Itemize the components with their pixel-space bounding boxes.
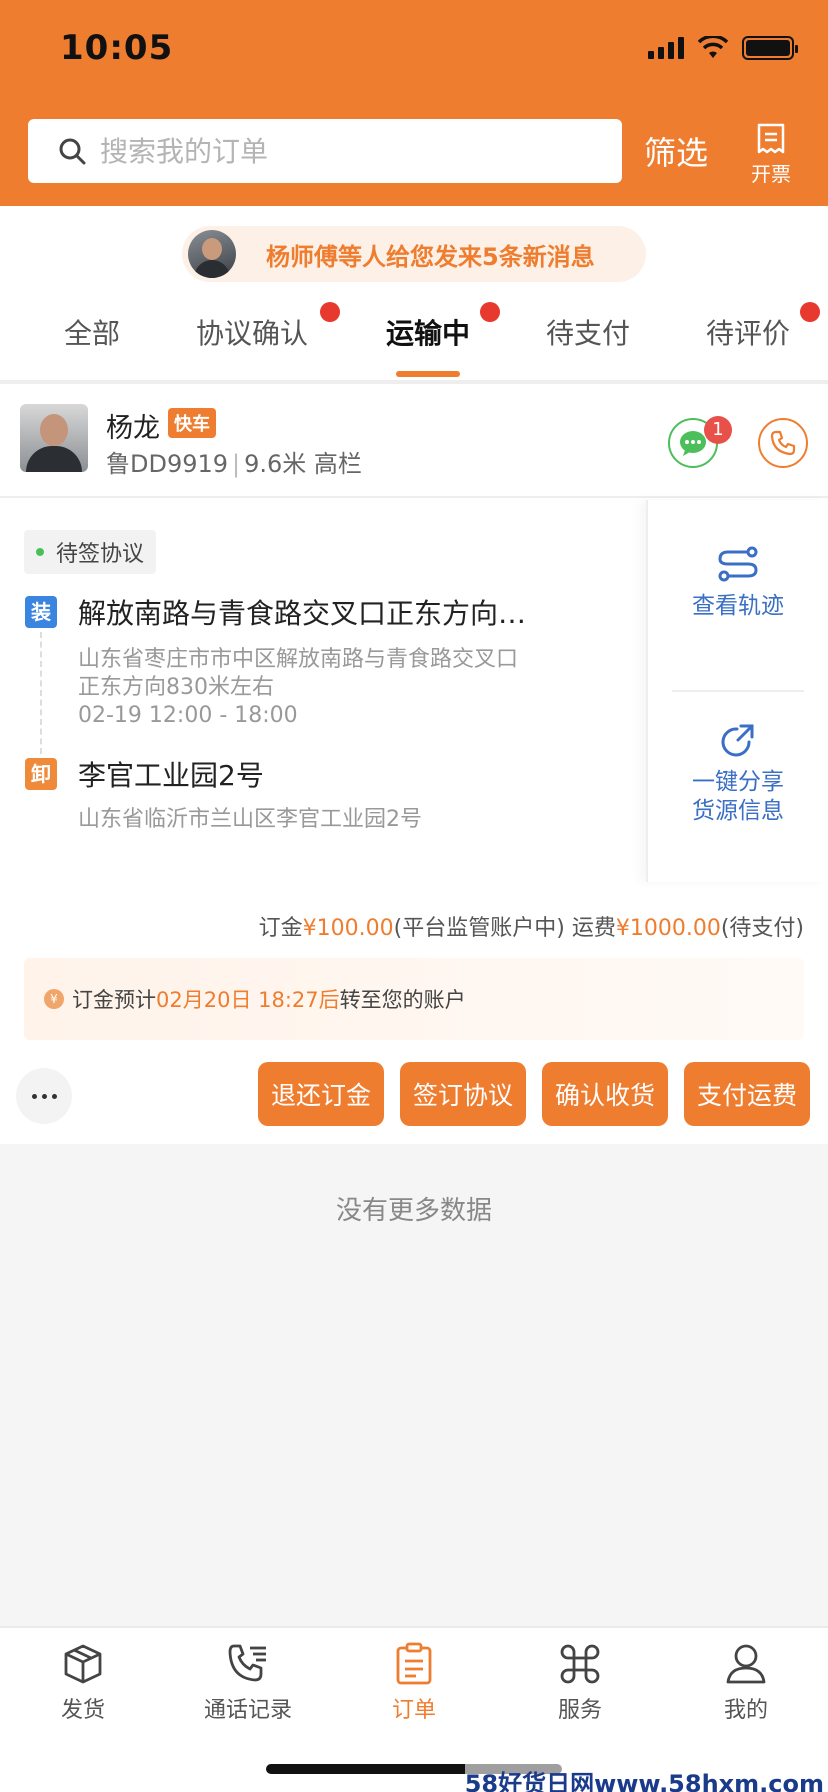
freight-note: (待支付) (720, 916, 804, 941)
status-tag-label: 待签协议 (56, 542, 145, 567)
message-text: 杨师傅等人给您发来5条新消息 (266, 242, 595, 271)
status-time: 10:05 (60, 28, 174, 68)
nav-item-ship[interactable]: 发货 (23, 1642, 143, 1724)
more-options-button[interactable] (16, 1068, 72, 1124)
user-icon (726, 1644, 766, 1684)
vehicle-info: 鲁DD9919 | 9.6米 高栏 (106, 450, 362, 478)
load-location-title: 解放南路与青食路交叉口正东方向… (78, 597, 527, 630)
search-input[interactable] (100, 134, 580, 168)
unload-icon: 卸 (25, 758, 57, 790)
load-address-line1: 山东省枣庄市市中区解放南路与青食路交叉口 (78, 647, 519, 672)
nav-item-call-log[interactable]: 通话记录 (188, 1642, 308, 1724)
tab-badge-dot (800, 302, 820, 322)
status-icons (648, 36, 798, 60)
invoice-icon (757, 123, 785, 154)
nav-label: 发货 (60, 1698, 105, 1723)
unload-location-title: 李官工业园2号 (78, 759, 264, 792)
driver-avatar (20, 404, 88, 472)
tab-agreement-confirm[interactable]: 协议确认 (196, 312, 308, 352)
load-time: 02-19 12:00 - 18:00 (78, 703, 298, 728)
freight-label: 运费 (571, 916, 616, 941)
new-message-banner[interactable]: 杨师傅等人给您发来5条新消息 (182, 226, 646, 282)
share-label-line1: 一键分享 (692, 769, 784, 795)
search-icon (59, 138, 86, 165)
fee-summary: 订金¥100.00(平台监管账户中) 运费¥1000.00(待支付) (259, 910, 804, 942)
invoice-label: 开票 (751, 162, 791, 186)
status-tag: 待签协议 (24, 530, 157, 574)
freight-amount: ¥1000.00 (615, 916, 721, 941)
phone-list-icon (228, 1644, 266, 1682)
share-label-line2: 货源信息 (692, 798, 784, 824)
order-card[interactable]: 杨龙 快车 鲁DD9919 | 9.6米 高栏 1 待签协议 装 解放南路与青食路交… (0, 384, 828, 1144)
deposit-note: (平台监管账户中) (393, 916, 565, 941)
truck-info: 9.6米 高栏 (244, 450, 362, 478)
share-cargo-button[interactable]: 一键分享 货源信息 (648, 722, 828, 826)
sign-agreement-button[interactable]: 签订协议 (400, 1062, 526, 1126)
search-box[interactable] (28, 119, 622, 183)
load-address-line2: 正东方向830米左右 (78, 675, 274, 700)
tab-in-transit[interactable]: 运输中 (386, 312, 470, 352)
nav-item-orders[interactable]: 订单 (354, 1642, 474, 1724)
tab-badge-dot (480, 302, 500, 322)
route-info[interactable]: 待签协议 装 解放南路与青食路交叉口正东方向… 山东省枣庄市市中区解放南路与青食… (0, 500, 646, 882)
fast-badge: 快车 (168, 408, 216, 438)
notice-time: 02月20日 18:27后 (156, 988, 340, 1012)
order-tabs: 全部 协议确认 运输中 待支付 待评价 (0, 300, 828, 380)
call-button[interactable] (758, 418, 808, 468)
notice-suffix: 转至您的账户 (339, 988, 466, 1012)
nav-item-services[interactable]: 服务 (520, 1642, 640, 1724)
nav-label: 服务 (557, 1698, 602, 1723)
view-track-button[interactable]: 查看轨迹 (648, 544, 828, 621)
pay-freight-button[interactable]: 支付运费 (684, 1062, 810, 1126)
wifi-icon (698, 36, 728, 58)
route-track-icon (718, 546, 758, 582)
tab-all[interactable]: 全部 (64, 312, 120, 352)
share-icon (721, 724, 754, 757)
confirm-receipt-button[interactable]: 确认收货 (542, 1062, 668, 1126)
refund-deposit-button[interactable]: 退还订金 (258, 1062, 384, 1126)
notice-prefix: 订金预计 (72, 988, 156, 1012)
nav-item-profile[interactable]: 我的 (686, 1642, 806, 1724)
coin-icon: ¥ (44, 989, 64, 1009)
watermark-text: 58好货日网www.58hxm.com (464, 1764, 824, 1792)
box-icon (64, 1644, 102, 1684)
tab-pending-review[interactable]: 待评价 (706, 312, 790, 352)
active-tab-indicator (396, 371, 460, 377)
side-actions: 查看轨迹 一键分享 货源信息 (646, 500, 828, 882)
divider (672, 690, 804, 692)
chat-unread-badge: 1 (704, 416, 732, 444)
plate-number: 鲁DD9919 (106, 450, 229, 478)
phone-icon (770, 430, 796, 456)
route-connector (40, 632, 42, 754)
unload-address: 山东省临沂市兰山区李官工业园2号 (78, 807, 422, 832)
invoice-button[interactable]: 开票 (745, 122, 797, 187)
driver-row: 杨龙 快车 鲁DD9919 | 9.6米 高栏 1 (0, 384, 828, 498)
filter-button[interactable]: 筛选 (644, 128, 708, 174)
avatar (188, 230, 236, 278)
load-icon: 装 (25, 596, 57, 628)
top-header: 10:05 筛选 开票 (0, 0, 828, 206)
clipboard-icon (396, 1642, 432, 1685)
command-icon (560, 1644, 600, 1684)
tab-pending-payment[interactable]: 待支付 (546, 312, 630, 352)
deposit-label: 订金 (258, 916, 303, 941)
deposit-amount: ¥100.00 (302, 916, 394, 941)
battery-icon (742, 36, 798, 60)
tab-badge-dot (320, 302, 340, 322)
view-track-label: 查看轨迹 (692, 593, 784, 619)
nav-label: 我的 (723, 1698, 768, 1723)
list-end-text: 没有更多数据 (335, 1196, 492, 1226)
driver-name: 杨龙 (106, 413, 160, 444)
signal-icon (648, 37, 684, 59)
deposit-notice: ¥ 订金预计 02月20日 18:27后 转至您的账户 (24, 958, 804, 1040)
nav-label: 订单 (391, 1698, 436, 1723)
nav-label: 通话记录 (203, 1698, 292, 1723)
